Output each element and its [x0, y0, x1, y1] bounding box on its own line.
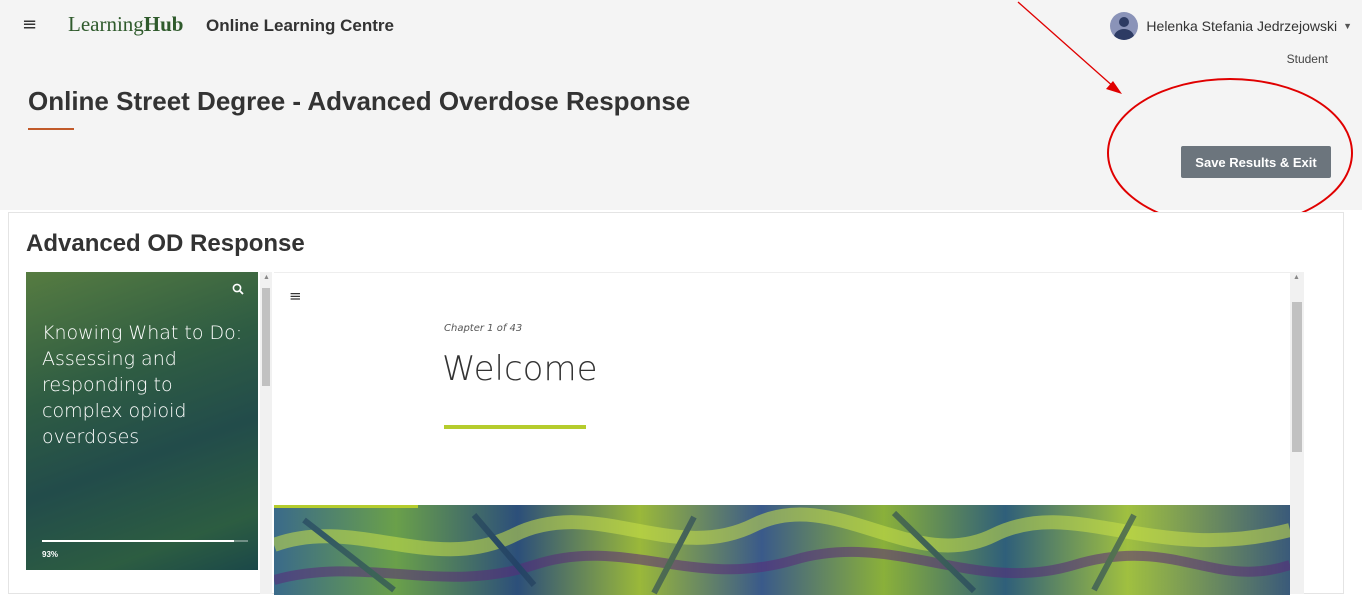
annotation-circle — [1107, 78, 1353, 228]
site-subtitle: Online Learning Centre — [206, 16, 394, 35]
scroll-up-icon[interactable]: ▲ — [1293, 274, 1300, 281]
avatar — [1110, 12, 1139, 40]
course-side-title: Knowing What to Do: Assessing and respon… — [42, 322, 243, 448]
search-icon[interactable] — [232, 282, 244, 300]
user-role: Student — [1286, 52, 1328, 66]
course-side-panel: Knowing What to Do: Assessing and respon… — [26, 272, 258, 570]
content-panel: ≡ Chapter 1 of 43 Welcome — [274, 272, 1304, 595]
content-scrollbar[interactable]: ▲ — [1290, 272, 1304, 594]
content-menu-icon[interactable]: ≡ — [289, 287, 302, 305]
user-menu[interactable]: Helenka Stefania Jedrzejowski ▼ — [1110, 12, 1352, 40]
hamburger-icon[interactable]: ≡ — [22, 14, 37, 35]
side-scrollbar[interactable]: ▲ — [260, 272, 272, 594]
scroll-up-icon[interactable]: ▲ — [263, 274, 270, 281]
chapter-title: Welcome — [442, 349, 598, 389]
caret-down-icon: ▼ — [1343, 21, 1352, 31]
title-underline — [28, 128, 74, 130]
section-title: Advanced OD Response — [26, 230, 305, 257]
graffiti-banner-image — [274, 505, 1290, 595]
page-title: Online Street Degree - Advanced Overdose… — [28, 86, 691, 116]
chapter-rule — [444, 425, 586, 429]
progress-label: 93% — [42, 550, 59, 559]
chapter-label: Chapter 1 of 43 — [444, 323, 523, 334]
progress-bar — [42, 540, 248, 542]
user-name: Helenka Stefania Jedrzejowski — [1146, 18, 1338, 34]
learninghub-logo[interactable]: LearningHub — [68, 12, 184, 37]
